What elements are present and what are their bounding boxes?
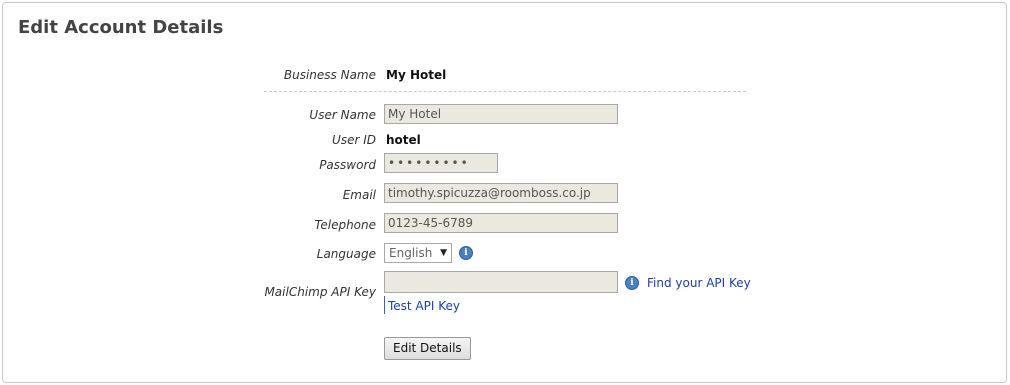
password-field[interactable] [384, 153, 498, 173]
test-api-key-link[interactable]: Test API Key [388, 299, 460, 313]
telephone-field[interactable] [384, 213, 618, 233]
telephone-label: Telephone [314, 218, 377, 232]
business-name-label: Business Name [283, 68, 376, 82]
user-name-label: User Name [309, 108, 376, 122]
language-select[interactable]: English ▼ [384, 243, 452, 263]
language-label: Language [316, 247, 376, 261]
user-name-field[interactable] [384, 104, 618, 124]
mailchimp-label: MailChimp API Key [264, 285, 376, 299]
find-api-key-link[interactable]: Find your API Key [647, 276, 751, 290]
user-id-value: hotel [386, 133, 421, 147]
test-link-marker [384, 296, 385, 314]
mailchimp-api-key-field[interactable] [384, 271, 618, 293]
email-label: Email [342, 188, 376, 202]
info-icon[interactable]: i [459, 246, 473, 260]
user-id-label: User ID [332, 133, 376, 147]
info-icon[interactable]: i [625, 276, 639, 290]
divider [264, 91, 746, 92]
chevron-down-icon: ▼ [440, 248, 447, 258]
edit-details-button[interactable]: Edit Details [384, 337, 471, 360]
page-title: Edit Account Details [18, 17, 224, 38]
email-field[interactable] [384, 183, 618, 203]
business-name-value: My Hotel [386, 68, 447, 82]
language-selected: English [389, 246, 433, 260]
password-label: Password [319, 158, 376, 172]
